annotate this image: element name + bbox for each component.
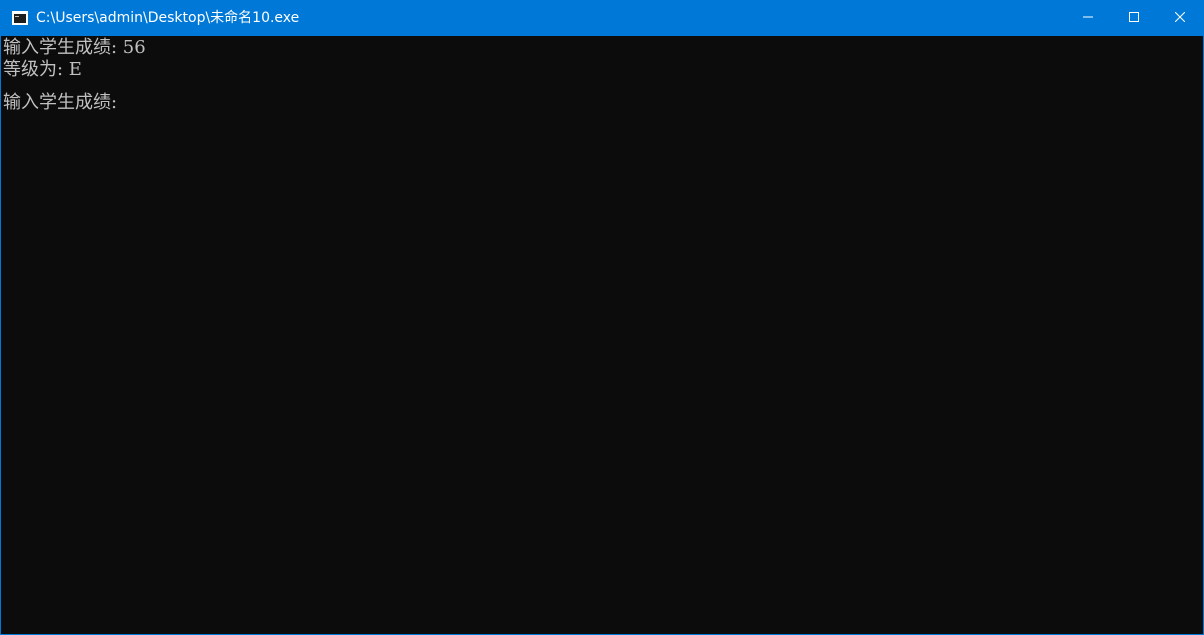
- console-line: 输入学生成绩:: [3, 92, 123, 113]
- maximize-button[interactable]: [1111, 0, 1157, 36]
- window-controls: [1065, 0, 1203, 36]
- close-icon: [1174, 9, 1186, 27]
- title-bar[interactable]: C:\Users\admin\Desktop\未命名10.exe: [1, 0, 1203, 36]
- minimize-icon: [1083, 9, 1093, 27]
- minimize-button[interactable]: [1065, 0, 1111, 36]
- maximize-icon: [1129, 9, 1139, 27]
- console-line: 输入学生成绩: 56: [3, 37, 146, 58]
- close-button[interactable]: [1157, 0, 1203, 36]
- console-output[interactable]: 输入学生成绩: 56 等级为: E 输入学生成绩:: [3, 37, 1203, 634]
- console-line: 等级为: E: [3, 59, 82, 80]
- window-title: C:\Users\admin\Desktop\未命名10.exe: [36, 10, 300, 26]
- console-app-icon[interactable]: [12, 11, 28, 25]
- console-window: C:\Users\admin\Desktop\未命名10.exe 输入学生成绩:…: [0, 0, 1204, 635]
